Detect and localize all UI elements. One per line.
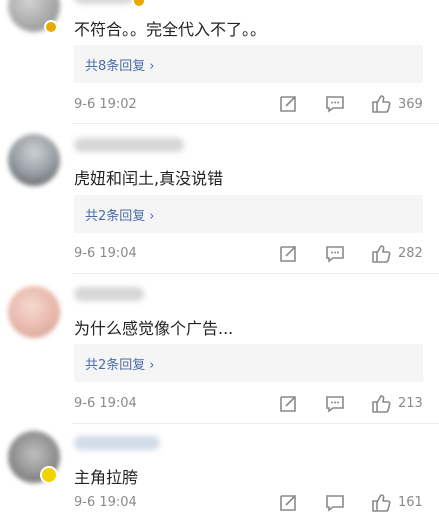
username-blurred[interactable] xyxy=(74,0,134,4)
username-blurred[interactable] xyxy=(74,287,144,301)
replies-link[interactable]: 共2条回复 › xyxy=(74,344,423,382)
like-count: 282 xyxy=(398,246,423,261)
comment-icon[interactable] xyxy=(324,393,346,415)
thumbs-up-icon[interactable] xyxy=(370,243,392,265)
share-icon[interactable] xyxy=(277,93,299,115)
divider xyxy=(72,123,439,124)
chevron-right-icon: › xyxy=(149,209,155,224)
comment-text: 虎妞和闰土,真没说错 xyxy=(74,169,224,188)
comment-icon[interactable] xyxy=(324,243,346,265)
verified-badge-icon xyxy=(132,0,146,8)
comment-text: 不符合。。完全代入不了。。 xyxy=(74,20,267,39)
avatar[interactable] xyxy=(8,286,60,338)
thumbs-up-icon[interactable] xyxy=(370,492,392,514)
comment-time: 9-6 19:04 xyxy=(74,495,137,510)
divider xyxy=(72,423,439,424)
comment-time: 9-6 19:04 xyxy=(74,246,137,261)
replies-label: 共2条回复 › xyxy=(85,209,155,224)
replies-label: 共8条回复 › xyxy=(85,59,155,74)
like-count: 161 xyxy=(398,495,423,510)
like-count: 213 xyxy=(398,396,423,411)
replies-label: 共2条回复 › xyxy=(85,358,155,373)
comment-text: 主角拉胯 xyxy=(74,468,139,487)
vip-badge-icon xyxy=(40,466,58,484)
comment-time: 9-6 19:02 xyxy=(74,97,137,112)
like-count: 369 xyxy=(398,97,423,112)
chevron-right-icon: › xyxy=(149,59,155,74)
share-icon[interactable] xyxy=(277,492,299,514)
divider xyxy=(72,273,439,274)
comment-time: 9-6 19:04 xyxy=(74,396,137,411)
share-icon[interactable] xyxy=(277,393,299,415)
username-blurred[interactable] xyxy=(74,138,184,152)
share-icon[interactable] xyxy=(277,243,299,265)
vip-badge-icon xyxy=(44,20,58,34)
comment-icon[interactable] xyxy=(324,93,346,115)
avatar[interactable] xyxy=(8,134,60,186)
thumbs-up-icon[interactable] xyxy=(370,393,392,415)
chevron-right-icon: › xyxy=(149,358,155,373)
comment-text: 为什么感觉像个广告... xyxy=(74,319,234,338)
thumbs-up-icon[interactable] xyxy=(370,93,392,115)
replies-link[interactable]: 共2条回复 › xyxy=(74,195,423,233)
comment-icon[interactable] xyxy=(324,492,346,514)
replies-link[interactable]: 共8条回复 › xyxy=(74,45,423,83)
username-blurred[interactable] xyxy=(74,436,160,450)
